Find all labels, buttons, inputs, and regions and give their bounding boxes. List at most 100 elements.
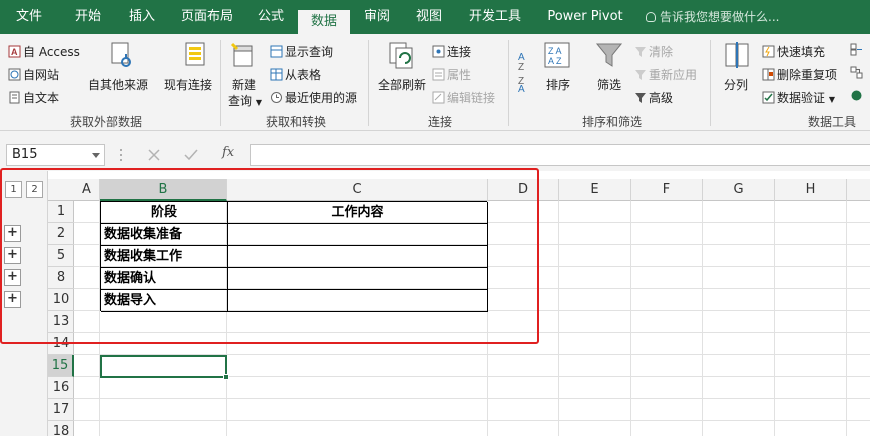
- table-icon: [270, 68, 283, 81]
- sort-icon: Z AA Z: [544, 42, 570, 68]
- row-header[interactable]: 2: [48, 223, 74, 245]
- flash-fill-button[interactable]: 快速填充: [762, 43, 825, 60]
- tab-formulas[interactable]: 公式: [248, 0, 294, 34]
- table-cell-stage[interactable]: 数据导入: [101, 290, 227, 312]
- row-header[interactable]: 15: [48, 355, 74, 377]
- svg-text:A: A: [518, 84, 525, 92]
- from-table-button[interactable]: 从表格: [270, 66, 321, 83]
- row-header[interactable]: 5: [48, 245, 74, 267]
- group-separator: [710, 40, 711, 126]
- from-web-button[interactable]: 自网站: [8, 66, 59, 83]
- tab-view[interactable]: 视图: [406, 0, 452, 34]
- cancel-icon[interactable]: [148, 149, 160, 161]
- table-cell-content[interactable]: [228, 290, 487, 312]
- relationships-icon: [850, 66, 863, 79]
- enter-check-icon[interactable]: [184, 149, 198, 161]
- column-headers: A B C D E F G H: [48, 179, 870, 201]
- tab-developer[interactable]: 开发工具: [458, 0, 532, 34]
- table-cell-stage[interactable]: 数据收集工作: [101, 246, 227, 268]
- column-header-b[interactable]: B: [100, 179, 227, 201]
- existing-connections-button[interactable]: 现有连接: [164, 76, 212, 93]
- sort-button[interactable]: 排序: [546, 76, 570, 93]
- table-border: [487, 202, 488, 312]
- tell-me-text: 告诉我您想要做什么...: [660, 10, 780, 24]
- table-header-stage[interactable]: 阶段: [101, 202, 227, 224]
- row-header[interactable]: 18: [48, 421, 74, 436]
- show-queries-button[interactable]: 显示查询: [270, 43, 333, 60]
- formula-input[interactable]: [250, 144, 870, 166]
- clear-filter-icon: [635, 47, 646, 57]
- row-header[interactable]: 13: [48, 311, 74, 333]
- group-label-get-transform: 获取和转换: [266, 115, 327, 129]
- text-to-columns-icon: [725, 42, 749, 68]
- gridline: [846, 201, 847, 436]
- name-box[interactable]: B15: [6, 144, 105, 166]
- filter-button[interactable]: 筛选: [597, 76, 621, 93]
- outline-bar: 1 2 + + + +: [0, 171, 48, 436]
- tab-file[interactable]: 文件: [0, 0, 58, 34]
- row-header[interactable]: 17: [48, 399, 74, 421]
- expand-group-button[interactable]: +: [4, 269, 21, 286]
- connections-button[interactable]: 连接: [432, 43, 471, 60]
- column-header-h[interactable]: H: [775, 179, 847, 201]
- filter-icon: [595, 43, 623, 67]
- new-query-button[interactable]: 新建: [232, 76, 256, 93]
- remove-duplicates-button[interactable]: 删除重复项: [762, 66, 837, 83]
- manage-data-model-button[interactable]: [850, 89, 865, 103]
- outline-level-2-button[interactable]: 2: [26, 181, 43, 198]
- relationships-button[interactable]: [850, 66, 865, 80]
- tab-home[interactable]: 开始: [64, 0, 112, 34]
- from-text-button[interactable]: 自文本: [8, 89, 59, 106]
- column-header-d[interactable]: D: [488, 179, 559, 201]
- row-headers: 1 2 5 8 10 13 14 15 16 17 18: [48, 201, 74, 436]
- edit-links-button[interactable]: 编辑链接: [432, 89, 495, 106]
- tab-data[interactable]: 数据: [298, 10, 350, 34]
- tab-page-layout[interactable]: 页面布局: [172, 0, 242, 34]
- worksheet-grid: 1 2 + + + + A B C D E F G H 1 2 5 8 10 1…: [0, 171, 870, 436]
- insert-function-button[interactable]: fx: [222, 145, 234, 160]
- consolidate-button[interactable]: [850, 43, 865, 57]
- active-cell-b15[interactable]: [100, 355, 229, 380]
- table-cell-content[interactable]: [228, 246, 487, 268]
- column-header-f[interactable]: F: [631, 179, 703, 201]
- row-header[interactable]: 16: [48, 377, 74, 399]
- text-to-columns-button[interactable]: 分列: [724, 76, 748, 93]
- column-header-e[interactable]: E: [559, 179, 631, 201]
- group-separator: [220, 40, 221, 126]
- table-cell-stage[interactable]: 数据确认: [101, 268, 227, 290]
- expand-group-button[interactable]: +: [4, 291, 21, 308]
- new-query-dropdown[interactable]: 查询 ▼: [228, 92, 262, 109]
- row-header[interactable]: 14: [48, 333, 74, 355]
- from-access-button[interactable]: A自 Access: [8, 43, 80, 60]
- refresh-all-button[interactable]: 全部刷新: [378, 76, 426, 93]
- tab-review[interactable]: 审阅: [354, 0, 400, 34]
- chevron-down-icon[interactable]: [92, 153, 100, 158]
- table-cell-content[interactable]: [228, 224, 487, 246]
- tell-me-search[interactable]: 告诉我您想要做什么...: [646, 0, 779, 34]
- column-header-a[interactable]: A: [74, 179, 100, 201]
- properties-button[interactable]: 属性: [432, 66, 471, 83]
- row-header[interactable]: 8: [48, 267, 74, 289]
- reapply-filter-button[interactable]: 重新应用: [634, 66, 697, 83]
- column-header-c[interactable]: C: [227, 179, 488, 201]
- recent-sources-button[interactable]: 最近使用的源: [270, 89, 357, 106]
- table-cell-stage[interactable]: 数据收集准备: [101, 224, 227, 246]
- data-validation-button[interactable]: 数据验证 ▼: [762, 89, 835, 106]
- expand-group-button[interactable]: +: [4, 247, 21, 264]
- table-cell-content[interactable]: [228, 268, 487, 290]
- clear-filter-button[interactable]: 清除: [634, 43, 673, 60]
- column-header-g[interactable]: G: [703, 179, 775, 201]
- tab-insert[interactable]: 插入: [118, 0, 166, 34]
- advanced-filter-button[interactable]: 高级: [634, 89, 673, 106]
- row-header[interactable]: 10: [48, 289, 74, 311]
- from-other-sources-button[interactable]: 自其他来源: [88, 76, 148, 93]
- outline-level-1-button[interactable]: 1: [5, 181, 22, 198]
- expand-group-button[interactable]: +: [4, 225, 21, 242]
- row-header[interactable]: 1: [48, 201, 74, 223]
- fill-handle[interactable]: [223, 374, 229, 380]
- cell-area[interactable]: 阶段 工作内容 数据收集准备 数据收集工作 数据确认 数据导入: [74, 201, 870, 436]
- table-header-content[interactable]: 工作内容: [228, 202, 487, 224]
- tab-power-pivot[interactable]: Power Pivot: [540, 0, 630, 34]
- access-icon: A: [8, 45, 21, 58]
- lightbulb-icon: [646, 12, 656, 22]
